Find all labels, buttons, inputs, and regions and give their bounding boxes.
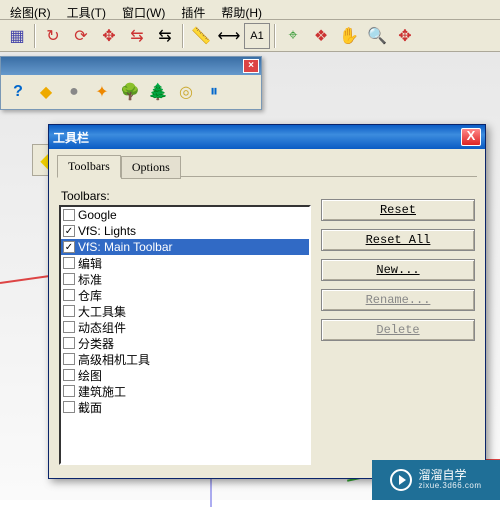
list-item-label: VfS: Main Toolbar [78, 240, 173, 254]
checkbox[interactable] [63, 369, 75, 381]
orbit-green-icon[interactable]: ❖ [308, 23, 334, 49]
list-item[interactable]: 编辑 [61, 255, 309, 271]
pause-icon[interactable]: ⏸ [200, 78, 228, 106]
list-item-label: 截面 [78, 399, 102, 416]
zoom-icon[interactable]: 🔍 [364, 23, 390, 49]
redo-loop-icon[interactable]: ⟳ [68, 23, 94, 49]
hand-icon[interactable]: ✋ [336, 23, 362, 49]
dimension-icon[interactable]: ⟷ [216, 23, 242, 49]
menu-draw[interactable]: 绘图(R) [4, 2, 57, 19]
close-icon[interactable]: X [461, 128, 481, 146]
dialog-titlebar[interactable]: 工具栏 X [49, 125, 485, 149]
sphere-icon[interactable]: ● [60, 78, 88, 106]
list-item[interactable]: 动态组件 [61, 319, 309, 335]
list-label: Toolbars: [61, 189, 311, 203]
separator [274, 24, 276, 48]
list-item[interactable]: 绘图 [61, 367, 309, 383]
list-item-label: Google [78, 208, 117, 222]
tab-options[interactable]: Options [121, 156, 181, 179]
list-item-label: VfS: Lights [78, 224, 136, 238]
checkbox[interactable] [63, 257, 75, 269]
rename-button[interactable]: Rename... [321, 289, 475, 311]
list-item-label: 分类器 [78, 335, 114, 352]
checkbox[interactable] [63, 289, 75, 301]
main-toolbar: ▦ ↻ ⟳ ✥ ⇆ ⇆ 📏 ⟷ A1 ⌖ ❖ ✋ 🔍 ✥ [0, 20, 500, 52]
checkbox[interactable] [63, 305, 75, 317]
checkbox[interactable] [63, 273, 75, 285]
toolbars-listbox[interactable]: Google VfS: Lights VfS: Main Toolbar编辑标准仓库… [59, 205, 311, 465]
list-item-label: 动态组件 [78, 319, 126, 336]
checkbox[interactable] [63, 353, 75, 365]
tree1-icon[interactable]: 🌳 [116, 78, 144, 106]
menu-window[interactable]: 窗口(W) [116, 2, 171, 19]
zoom-target-icon[interactable]: ✥ [392, 23, 418, 49]
checkbox[interactable] [63, 385, 75, 397]
watermark-sub: zixue.3d66.com [418, 482, 481, 491]
menu-plugins[interactable]: 插件 [175, 2, 211, 19]
dialog-title: 工具栏 [53, 129, 461, 146]
checkbox[interactable] [63, 337, 75, 349]
sync-red-icon[interactable]: ⇆ [124, 23, 150, 49]
separator [34, 24, 36, 48]
close-icon[interactable]: × [243, 59, 259, 73]
list-item[interactable]: 标准 [61, 271, 309, 287]
menu-help[interactable]: 帮助(H) [215, 2, 268, 19]
checkbox[interactable] [63, 241, 75, 253]
help-icon[interactable]: ? [4, 78, 32, 106]
floating-titlebar[interactable]: × [1, 57, 261, 75]
list-item[interactable]: 建筑施工 [61, 383, 309, 399]
list-item-label: 标准 [78, 271, 102, 288]
floating-toolbar: × ? ◆ ● ✦ 🌳 🌲 ◎ ⏸ [0, 56, 262, 110]
menu-tools[interactable]: 工具(T) [61, 2, 112, 19]
list-item[interactable]: VfS: Main Toolbar [61, 239, 309, 255]
layers-icon[interactable]: ▦ [4, 23, 30, 49]
checkbox[interactable] [63, 401, 75, 413]
sync-black-icon[interactable]: ⇆ [152, 23, 178, 49]
checkbox[interactable] [63, 225, 75, 237]
list-item-label: 仓库 [78, 287, 102, 304]
list-item-label: 高级相机工具 [78, 351, 150, 368]
reset-all-button[interactable]: Reset All [321, 229, 475, 251]
tab-toolbars[interactable]: Toolbars [57, 155, 121, 178]
tag-yellow-icon[interactable]: ◆ [32, 78, 60, 106]
walk-icon[interactable]: ⌖ [280, 23, 306, 49]
list-item[interactable]: Google [61, 207, 309, 223]
target-icon[interactable]: ◎ [172, 78, 200, 106]
list-item[interactable]: 仓库 [61, 287, 309, 303]
toolbars-dialog: 工具栏 X ToolbarsOptions Toolbars: Google Vf… [48, 124, 486, 479]
dialog-tabs: ToolbarsOptions [57, 155, 477, 177]
new-button[interactable]: New... [321, 259, 475, 281]
list-item[interactable]: 大工具集 [61, 303, 309, 319]
separator [182, 24, 184, 48]
redo-icon[interactable]: ↻ [40, 23, 66, 49]
list-item-label: 大工具集 [78, 303, 126, 320]
play-icon [390, 469, 412, 491]
tape-icon[interactable]: 📏 [188, 23, 214, 49]
layers-orange-icon[interactable]: ✦ [88, 78, 116, 106]
list-item[interactable]: 分类器 [61, 335, 309, 351]
reset-button[interactable]: Reset [321, 199, 475, 221]
list-item[interactable]: VfS: Lights [61, 223, 309, 239]
arrows-4-icon[interactable]: ✥ [96, 23, 122, 49]
delete-button[interactable]: Delete [321, 319, 475, 341]
list-item-label: 建筑施工 [78, 383, 126, 400]
text-label-icon[interactable]: A1 [244, 23, 270, 49]
tree2-icon[interactable]: 🌲 [144, 78, 172, 106]
list-item[interactable]: 高级相机工具 [61, 351, 309, 367]
checkbox[interactable] [63, 321, 75, 333]
list-item-label: 绘图 [78, 367, 102, 384]
watermark: 溜溜自学 zixue.3d66.com [372, 460, 500, 500]
checkbox[interactable] [63, 209, 75, 221]
list-item[interactable]: 截面 [61, 399, 309, 415]
menu-bar: 绘图(R) 工具(T) 窗口(W) 插件 帮助(H) [0, 0, 500, 20]
list-item-label: 编辑 [78, 255, 102, 272]
